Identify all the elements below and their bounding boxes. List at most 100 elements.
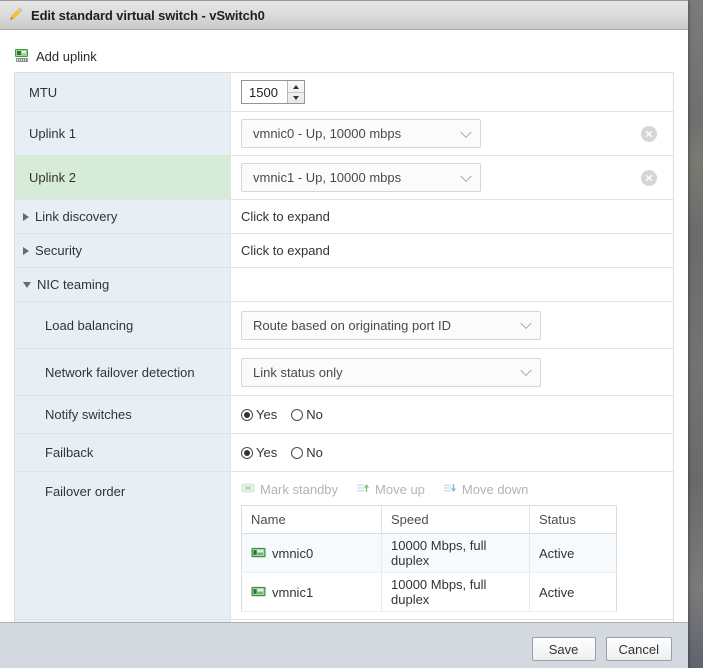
row-link-discovery[interactable]: Link discovery Click to expand [15,200,673,234]
row-failover-order: Failover order [15,472,673,620]
chevron-down-icon [293,96,299,100]
column-header-status[interactable]: Status [530,506,617,534]
row-failback: Failback Yes No [15,434,673,472]
row-security[interactable]: Security Click to expand [15,234,673,268]
notify-switches-yes-label: Yes [256,407,277,422]
uplink-1-selected-value: vmnic0 - Up, 10000 mbps [253,126,401,141]
nic-name: vmnic0 [272,546,313,561]
security-expand-hint: Click to expand [241,243,330,258]
nic-icon [251,546,266,561]
mark-standby-button[interactable]: Mark standby [241,481,338,498]
chevron-down-icon [520,318,531,329]
label-uplink-2: Uplink 2 [15,156,231,199]
failback-yes-radio[interactable]: Yes [241,445,277,460]
cell-name: vmnic0 [242,534,382,573]
move-up-button[interactable]: Move up [356,481,425,498]
radio-unselected-icon [291,447,303,459]
value-nic-teaming [231,268,673,301]
settings-grid: MTU 1500 Uplink 1 vmnic0 - Up, [14,72,674,622]
failback-no-radio[interactable]: No [291,445,323,460]
move-down-icon [443,481,457,498]
value-link-discovery[interactable]: Click to expand [231,200,673,233]
failback-no-label: No [306,445,323,460]
column-header-speed[interactable]: Speed [382,506,530,534]
uplink-2-selected-value: vmnic1 - Up, 10000 mbps [253,170,401,185]
label-uplink-1: Uplink 1 [15,112,231,155]
pencil-edit-icon [8,6,24,25]
cancel-button[interactable]: Cancel [606,637,672,661]
dialog-toolbar: Add uplink [0,40,688,72]
chevron-down-icon [460,126,471,137]
label-nic-teaming[interactable]: NIC teaming [15,268,231,301]
column-header-name[interactable]: Name [242,506,382,534]
link-discovery-label: Link discovery [35,209,117,224]
value-security[interactable]: Click to expand [231,234,673,267]
row-failover-detection: Network failover detection Link status o… [15,349,673,396]
failover-order-toolbar: Mark standby [241,481,663,498]
chevron-down-icon [23,282,31,288]
label-security[interactable]: Security [15,234,231,267]
chevron-up-icon [293,85,299,89]
nic-name: vmnic1 [272,585,313,600]
notify-switches-no-label: No [306,407,323,422]
mtu-stepper[interactable]: 1500 [241,80,305,104]
table-row[interactable]: vmnic1 10000 Mbps, full duplex Active [242,573,617,612]
value-notify-switches: Yes No [231,396,673,433]
chevron-right-icon [23,247,29,255]
notify-switches-no-radio[interactable]: No [291,407,323,422]
label-failover-order: Failover order [15,472,231,619]
failover-order-table: Name Speed Status [241,505,617,612]
radio-unselected-icon [291,409,303,421]
value-mtu: 1500 [231,73,673,111]
value-uplink-1: vmnic0 - Up, 10000 mbps [231,112,673,155]
move-down-button[interactable]: Move down [443,481,528,498]
remove-uplink-2-button[interactable] [641,170,657,186]
chevron-down-icon [520,365,531,376]
label-failover-detection: Network failover detection [15,349,231,395]
security-label: Security [35,243,82,258]
save-button[interactable]: Save [532,637,596,661]
mtu-stepper-buttons [287,81,304,103]
dialog-footer: Save Cancel [0,622,688,668]
value-load-balancing: Route based on originating port ID [231,302,673,348]
uplink-2-select[interactable]: vmnic1 - Up, 10000 mbps [241,163,481,192]
value-failover-detection: Link status only [231,349,673,395]
cell-status: Active [530,534,617,573]
move-down-label: Move down [462,482,528,497]
value-traffic-shaping[interactable]: Click to expand [231,620,673,622]
value-uplink-2: vmnic1 - Up, 10000 mbps [231,156,673,199]
mtu-decrement-button[interactable] [288,92,304,103]
mtu-increment-button[interactable] [288,81,304,92]
row-uplink-1: Uplink 1 vmnic0 - Up, 10000 mbps [15,112,673,156]
mark-standby-label: Mark standby [260,482,338,497]
load-balancing-selected-value: Route based on originating port ID [253,318,451,333]
dialog-body: MTU 1500 Uplink 1 vmnic0 - Up, [0,72,688,622]
cell-name: vmnic1 [242,573,382,612]
nic-icon [251,585,266,600]
move-up-label: Move up [375,482,425,497]
row-nic-teaming[interactable]: NIC teaming [15,268,673,302]
label-load-balancing: Load balancing [15,302,231,348]
notify-switches-yes-radio[interactable]: Yes [241,407,277,422]
dialog-title-bar: Edit standard virtual switch - vSwitch0 [0,0,688,30]
label-mtu: MTU [15,73,231,111]
move-up-icon [356,481,370,498]
load-balancing-select[interactable]: Route based on originating port ID [241,311,541,340]
row-load-balancing: Load balancing Route based on originatin… [15,302,673,349]
mark-standby-icon [241,481,255,498]
failover-detection-select[interactable]: Link status only [241,358,541,387]
chevron-right-icon [23,213,29,221]
label-link-discovery[interactable]: Link discovery [15,200,231,233]
cell-status: Active [530,573,617,612]
uplink-1-select[interactable]: vmnic0 - Up, 10000 mbps [241,119,481,148]
remove-uplink-1-button[interactable] [641,126,657,142]
value-failover-order: Mark standby [231,472,673,619]
add-uplink-button[interactable]: Add uplink [14,47,97,66]
failover-detection-selected-value: Link status only [253,365,343,380]
cell-speed: 10000 Mbps, full duplex [382,573,530,612]
mtu-input[interactable]: 1500 [242,81,287,103]
table-row[interactable]: vmnic0 10000 Mbps, full duplex Active [242,534,617,573]
label-notify-switches: Notify switches [15,396,231,433]
value-failback: Yes No [231,434,673,471]
radio-selected-icon [241,409,253,421]
